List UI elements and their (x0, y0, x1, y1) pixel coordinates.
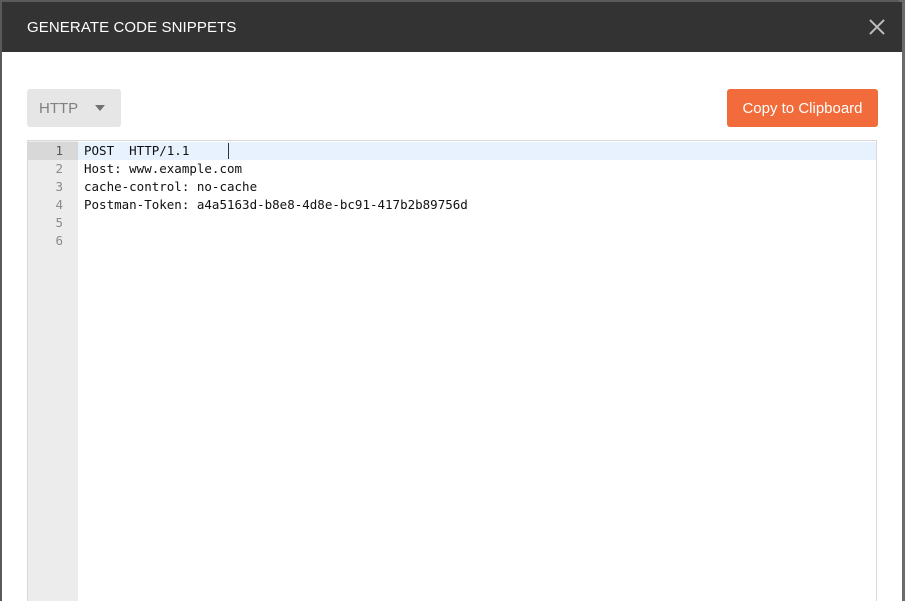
line-text: Postman-Token: a4a5163d-b8e8-4d8e-bc91-4… (84, 197, 468, 212)
close-icon[interactable] (866, 16, 888, 38)
snippet-toolbar: HTTP Copy to Clipboard (27, 89, 878, 127)
line-number: 3 (55, 179, 63, 194)
generate-code-dialog: GENERATE CODE SNIPPETS HTTP Copy to Clip… (2, 2, 902, 601)
language-select-value: HTTP (39, 99, 79, 117)
code-line[interactable]: 6 (28, 232, 876, 250)
line-number: 6 (55, 233, 63, 248)
line-number: 4 (55, 197, 63, 212)
text-cursor (228, 143, 229, 159)
code-line[interactable]: 2 Host: www.example.com (28, 160, 876, 178)
code-line[interactable]: 3 cache-control: no-cache (28, 178, 876, 196)
line-number: 2 (55, 161, 63, 176)
caret-down-icon (95, 105, 105, 111)
code-line[interactable]: 4 Postman-Token: a4a5163d-b8e8-4d8e-bc91… (28, 196, 876, 214)
line-text: cache-control: no-cache (84, 179, 258, 194)
dialog-title: GENERATE CODE SNIPPETS (27, 18, 237, 36)
copy-to-clipboard-button[interactable]: Copy to Clipboard (727, 89, 878, 127)
code-line[interactable]: 5 (28, 214, 876, 232)
language-select[interactable]: HTTP (27, 89, 121, 127)
code-editor[interactable]: 1 POST HTTP/1.1 2 Host: www.example.com … (27, 140, 877, 601)
code-lines: 1 POST HTTP/1.1 2 Host: www.example.com … (28, 142, 876, 250)
line-number: 1 (28, 142, 78, 160)
line-number: 5 (55, 215, 63, 230)
line-text: POST HTTP/1.1 (84, 143, 190, 158)
dialog-header: GENERATE CODE SNIPPETS (2, 2, 902, 52)
line-text: Host: www.example.com (84, 161, 243, 176)
code-line[interactable]: 1 POST HTTP/1.1 (28, 142, 876, 160)
